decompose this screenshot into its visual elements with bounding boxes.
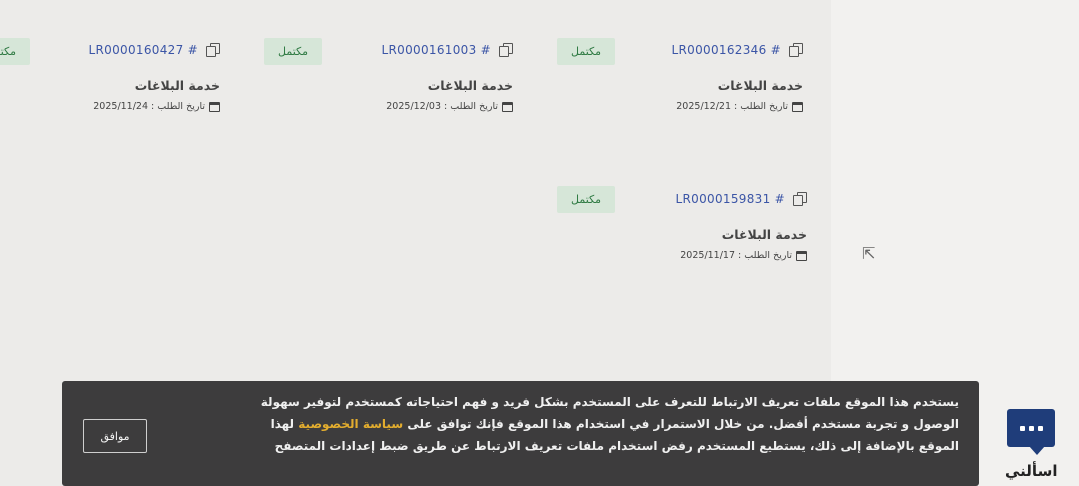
- chat-dot: [1037, 425, 1043, 431]
- request-date-row: تاريخ الطلب : 2025/11/24: [80, 101, 220, 112]
- service-name: خدمة البلاغات: [721, 227, 807, 242]
- request-date-row: تاريخ الطلب : 2025/11/17: [667, 250, 807, 261]
- request-card[interactable]: LR0000160427 # خدمة البلاغات تاريخ الطلب…: [80, 36, 220, 112]
- cookie-banner: يستخدم هذا الموقع ملفات تعريف الارتباط ل…: [62, 381, 979, 486]
- request-ref: LR0000159831 #: [675, 192, 785, 206]
- request-date: تاريخ الطلب : 2025/12/03: [386, 101, 498, 112]
- request-date: تاريخ الطلب : 2025/11/17: [680, 250, 792, 261]
- request-ref: LR0000161003 #: [381, 43, 491, 57]
- copy-icon[interactable]: [206, 43, 220, 57]
- request-id: LR0000161003 #: [382, 43, 513, 57]
- status-badge: مكتمل: [557, 38, 615, 65]
- calendar-icon: [209, 101, 220, 112]
- request-id: LR0000159831 #: [676, 192, 807, 206]
- request-date-row: تاريخ الطلب : 2025/12/21: [663, 101, 803, 112]
- request-card[interactable]: LR0000161003 # خدمة البلاغات تاريخ الطلب…: [373, 36, 513, 112]
- calendar-icon: [502, 101, 513, 112]
- request-date: تاريخ الطلب : 2025/12/21: [676, 101, 788, 112]
- service-name: خدمة البلاغات: [717, 78, 803, 93]
- calendar-icon: [796, 250, 807, 261]
- privacy-policy-link[interactable]: سياسة الخصوصية: [298, 417, 403, 431]
- service-name: خدمة البلاغات: [427, 78, 513, 93]
- cookie-message: يستخدم هذا الموقع ملفات تعريف الارتباط ل…: [259, 391, 959, 457]
- request-ref: LR0000162346 #: [671, 43, 781, 57]
- copy-icon[interactable]: [499, 43, 513, 57]
- request-date-row: تاريخ الطلب : 2025/12/03: [373, 101, 513, 112]
- chat-dots-icon: [1019, 425, 1025, 431]
- request-date: تاريخ الطلب : 2025/11/24: [93, 101, 205, 112]
- request-id: LR0000160427 #: [89, 43, 220, 57]
- copy-icon[interactable]: [793, 192, 807, 206]
- service-name: خدمة البلاغات: [134, 78, 220, 93]
- request-card[interactable]: LR0000159831 # خدمة البلاغات تاريخ الطلب…: [667, 185, 807, 261]
- calendar-icon: [792, 101, 803, 112]
- status-badge: مكتمل: [264, 38, 322, 65]
- request-card[interactable]: LR0000162346 # خدمة البلاغات تاريخ الطلب…: [663, 36, 803, 112]
- copy-icon[interactable]: [789, 43, 803, 57]
- status-badge: مكتمل: [557, 186, 615, 213]
- mouse-pointer-icon: ⇱: [862, 244, 876, 263]
- accept-cookies-button[interactable]: موافق: [83, 419, 147, 453]
- chat-widget-button[interactable]: [1007, 409, 1055, 455]
- request-ref: LR0000160427 #: [88, 43, 198, 57]
- chat-label[interactable]: اسألني: [1005, 462, 1057, 480]
- chat-dot: [1028, 425, 1034, 431]
- request-id: LR0000162346 #: [672, 43, 803, 57]
- status-badge: مكتمل: [0, 38, 30, 65]
